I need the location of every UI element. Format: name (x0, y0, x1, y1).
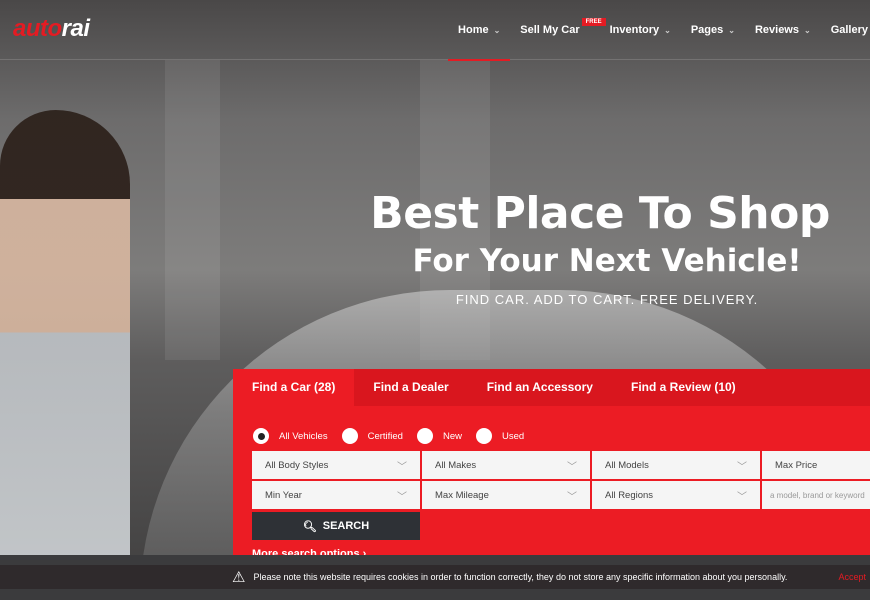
chevron-down-icon: ﹀ (397, 492, 407, 503)
hero-subtitle: For Your Next Vehicle! (412, 243, 802, 279)
body-style-select[interactable]: All Body Styles ﹀ (252, 451, 420, 479)
nav-inventory[interactable]: Inventory ⌄ (600, 0, 681, 60)
chevron-down-icon: ⌄ (493, 26, 501, 35)
regions-select[interactable]: All Regions ﹀ (592, 481, 760, 509)
max-mileage-select[interactable]: Max Mileage ﹀ (422, 481, 590, 509)
cookie-notice: ⚠ Please note this website requires cook… (0, 555, 870, 600)
background-pillar (165, 60, 220, 360)
site-header: autorai Home ⌄ Sell My Car FREE Inventory ⌄… (0, 0, 870, 61)
chevron-down-icon: ⌄ (664, 26, 671, 35)
hero-tagline: FIND CAR. ADD TO CART. FREE DELIVERY. (455, 292, 759, 307)
main-nav: Home ⌄ Sell My Car FREE Inventory ⌄ Pages ⌄ … (448, 0, 870, 61)
logo[interactable]: autorai (13, 15, 90, 43)
chevron-down-icon: ⌄ (803, 26, 811, 35)
radio-used[interactable]: Used (475, 428, 524, 444)
search-panel: Find a Car (28) Find a Dealer Find an Ac… (233, 369, 870, 569)
nav-reviews[interactable]: Reviews ⌄ (745, 0, 821, 60)
radio-certified[interactable]: Certified (341, 428, 403, 444)
chevron-down-icon: ﹀ (567, 492, 577, 503)
tab-find-car[interactable]: Find a Car (28) (233, 369, 355, 406)
nav-gallery[interactable]: Gallery (821, 0, 870, 60)
warning-icon: ⚠ (232, 569, 246, 586)
nav-pages[interactable]: Pages ⌄ (681, 0, 745, 60)
search-icon: 🔍︎ (302, 520, 317, 533)
min-year-select[interactable]: Min Year ﹀ (252, 481, 420, 509)
tab-find-accessory[interactable]: Find an Accessory (468, 369, 612, 406)
nav-sell-my-car[interactable]: Sell My Car FREE (510, 0, 606, 60)
makes-select[interactable]: All Makes ﹀ (422, 451, 590, 479)
tab-find-review[interactable]: Find a Review (10) (612, 369, 755, 406)
chevron-down-icon: ﹀ (567, 462, 577, 473)
woman-image (0, 110, 130, 555)
chevron-down-icon: ⌄ (728, 26, 735, 35)
models-select[interactable]: All Models ﹀ (592, 451, 760, 479)
tab-find-dealer[interactable]: Find a Dealer (354, 369, 467, 406)
cookie-text: Please note this website requires cookie… (253, 572, 788, 582)
radio-all-vehicles[interactable]: All Vehicles (253, 428, 328, 444)
hero-title: Best Place To Shop (370, 188, 830, 239)
nav-home[interactable]: Home ⌄ (448, 0, 511, 61)
search-button[interactable]: 🔍︎ SEARCH (252, 512, 420, 540)
accept-cookies-button[interactable]: Accept (838, 572, 866, 582)
radio-new[interactable]: New (416, 428, 462, 444)
keyword-input[interactable]: a model, brand or keyword (762, 481, 870, 509)
vehicle-type-radios: All Vehicles Certified New Used (253, 428, 870, 444)
search-tabs: Find a Car (28) Find a Dealer Find an Ac… (233, 369, 870, 406)
max-price-select[interactable]: Max Price (762, 451, 870, 479)
chevron-down-icon: ﹀ (397, 462, 407, 473)
chevron-down-icon: ﹀ (737, 492, 747, 503)
chevron-down-icon: ﹀ (737, 462, 747, 473)
